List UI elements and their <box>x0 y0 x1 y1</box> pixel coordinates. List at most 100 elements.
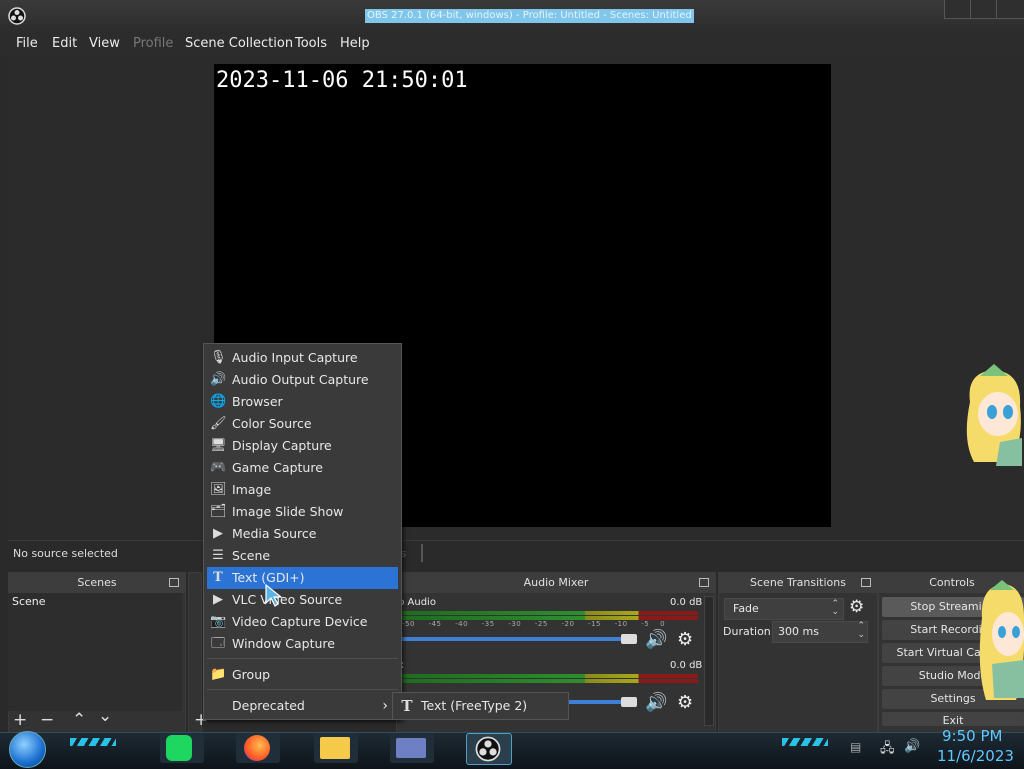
undock-icon[interactable] <box>169 578 179 587</box>
menu-help[interactable]: Help <box>340 36 370 51</box>
duration-spinbox[interactable]: 300 ms ⌃ ⌄ <box>772 621 868 643</box>
taskbar <box>0 732 1024 769</box>
spotify-icon <box>166 735 192 761</box>
text-icon: T <box>401 697 413 715</box>
chevron-updown-icon: ⌃ ⌄ <box>831 599 839 617</box>
play-icon: ▶ <box>213 592 223 607</box>
menu-item-display-capture[interactable]: 🖥 Display Capture <box>207 435 398 457</box>
mute-speaker-icon[interactable]: 🔊 <box>645 692 667 713</box>
duration-label: Duration <box>723 625 771 638</box>
taskbar-clock-date[interactable]: 11/6/2023 <box>937 747 1014 765</box>
mute-speaker-icon[interactable]: 🔊 <box>645 629 667 650</box>
list-icon: ☰ <box>212 548 224 563</box>
window-title: OBS 27.0.1 (64-bit, windows) - Profile: … <box>365 9 694 23</box>
mixer-track-2-meter <box>400 679 698 683</box>
source-toolbar <box>8 540 1024 567</box>
cartoon-character-sticker <box>966 364 1022 466</box>
mixer-track-1-volume-handle[interactable] <box>621 634 637 644</box>
mixer-track-2-meter <box>400 674 698 678</box>
volume-icon[interactable]: 🔊 <box>904 739 920 754</box>
mixer-scale: -50 -45 -40 -35 -30 -25 -20 -15 -10 -5 0 <box>402 620 666 628</box>
no-source-label: No source selected <box>13 547 118 560</box>
taskbar-app-obs[interactable] <box>466 733 512 765</box>
duration-value: 300 ms <box>778 625 819 638</box>
mixer-track-1-volume-slider[interactable] <box>400 637 630 641</box>
menu-item-audio-input-capture[interactable]: 🎙 Audio Input Capture <box>207 347 398 369</box>
taskbar-app-firefox[interactable] <box>236 733 280 763</box>
menu-item-image[interactable]: 🖼 Image <box>207 479 398 501</box>
title-bar: OBS 27.0.1 (64-bit, windows) - Profile: … <box>0 0 1024 32</box>
menu-profile[interactable]: Profile <box>133 36 173 51</box>
menu-item-video-capture-device[interactable]: 📷 Video Capture Device <box>207 611 398 633</box>
menu-item-image-slide-show[interactable]: 🗂 Image Slide Show <box>207 501 398 523</box>
spin-arrows-icon[interactable]: ⌃ ⌄ <box>857 622 865 640</box>
add-scene-icon[interactable]: + <box>13 710 27 730</box>
folder-icon <box>320 737 350 759</box>
menu-item-game-capture[interactable]: 🎮 Game Capture <box>207 457 398 479</box>
gear-icon[interactable]: ⚙ <box>677 692 693 713</box>
play-icon: ▶ <box>213 526 223 541</box>
undock-icon[interactable] <box>861 578 871 587</box>
audio-mixer-title: Audio Mixer <box>397 573 715 593</box>
speaker-icon: 🔊 <box>210 372 227 387</box>
show-desktop-icon[interactable]: ▤ <box>850 740 861 754</box>
taskbar-app-spotify[interactable] <box>160 733 204 763</box>
menu-item-vlc-video-source[interactable]: ▶ VLC Video Source <box>207 589 398 611</box>
gamepad-icon: 🎮 <box>210 460 227 475</box>
window-icon: 🗔 <box>210 636 226 651</box>
mixer-track-2-db: 0.0 dB <box>670 660 703 671</box>
menu-scene-collection[interactable]: Scene Collection <box>185 36 293 51</box>
menu-edit[interactable]: Edit <box>52 36 77 51</box>
chevron-right-icon: › <box>382 698 388 714</box>
move-up-icon[interactable]: ⌃ <box>72 710 86 730</box>
start-button[interactable] <box>9 731 46 768</box>
taskbar-decoration <box>782 738 828 746</box>
mixer-track-1-db: 0.0 dB <box>670 597 703 608</box>
mixer-track-1-meter <box>400 611 698 615</box>
mixer-track-2-volume-handle[interactable] <box>621 697 637 707</box>
exit-button[interactable]: Exit <box>882 712 1024 726</box>
remove-scene-icon[interactable]: − <box>40 710 54 730</box>
image-icon: 🖼 <box>210 482 227 497</box>
menu-tools[interactable]: Tools <box>295 36 327 51</box>
scene-list-item[interactable]: Scene <box>12 595 46 608</box>
taskbar-decoration <box>70 738 116 746</box>
scenes-dock-title: Scenes <box>9 573 185 593</box>
move-down-icon[interactable]: ⌄ <box>98 706 112 726</box>
taskbar-clock-time[interactable]: 9:50 PM <box>942 727 1002 745</box>
gear-icon[interactable]: ⚙ <box>677 629 693 650</box>
toolbar-divider <box>421 544 423 562</box>
gear-icon[interactable]: ⚙ <box>849 597 864 617</box>
folder-icon: 📁 <box>210 667 227 682</box>
add-source-context-menu: 🎙 Audio Input Capture 🔊 Audio Output Cap… <box>203 343 402 720</box>
deprecated-submenu: T Text (FreeType 2) <box>392 692 569 720</box>
taskbar-app-file-explorer[interactable] <box>314 733 358 763</box>
menu-item-media-source[interactable]: ▶ Media Source <box>207 523 398 545</box>
undock-icon[interactable] <box>699 578 709 587</box>
menu-file[interactable]: File <box>16 36 38 51</box>
menu-item-browser[interactable]: 🌐 Browser <box>207 391 398 413</box>
globe-icon: 🌐 <box>210 394 227 409</box>
menu-item-group[interactable]: 📁 Group <box>207 664 398 686</box>
menu-item-window-capture[interactable]: 🗔 Window Capture <box>207 633 398 655</box>
obs-logo-icon <box>475 736 501 762</box>
menu-item-scene[interactable]: ☰ Scene <box>207 545 398 567</box>
menu-item-deprecated[interactable]: Deprecated › <box>207 695 398 717</box>
menu-item-color-source[interactable]: 🖌 Color Source <box>207 413 398 435</box>
cartoon-character-sticker <box>979 580 1024 700</box>
text-icon: T <box>213 570 223 585</box>
menu-item-audio-output-capture[interactable]: 🔊 Audio Output Capture <box>207 369 398 391</box>
menu-view[interactable]: View <box>89 36 120 51</box>
app-window-icon <box>396 738 426 758</box>
obs-logo-icon <box>8 7 26 25</box>
menu-item-text-freetype[interactable]: T Text (FreeType 2) <box>396 695 564 717</box>
network-icon[interactable]: 🖧 <box>880 739 895 761</box>
taskbar-app-manager[interactable] <box>390 733 434 763</box>
mixer-scrollbar[interactable] <box>704 596 714 726</box>
transition-select-value: Fade <box>733 602 759 615</box>
close-button[interactable] <box>996 0 1024 19</box>
mouse-cursor-icon <box>265 583 283 607</box>
preview-timestamp-text: 2023-11-06 21:50:01 <box>216 68 468 93</box>
transition-select[interactable]: Fade ⌃ ⌄ <box>724 598 844 620</box>
menu-item-text-gdi[interactable]: T Text (GDI+) <box>207 567 398 589</box>
